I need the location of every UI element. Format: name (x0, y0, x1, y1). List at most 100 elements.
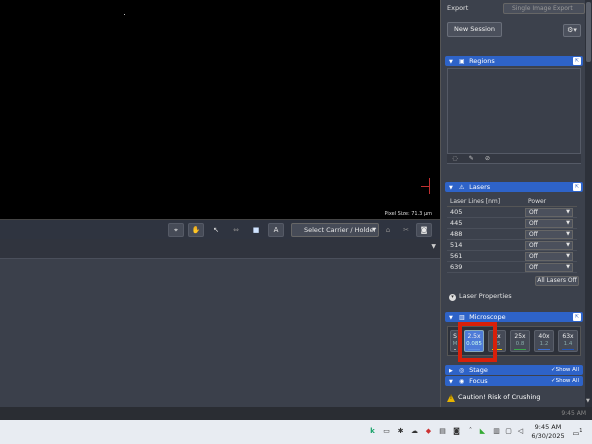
regions-toolbar: ◌ ✎ ⊘ (447, 153, 581, 163)
stage-show-all[interactable]: ✓Show All (551, 365, 579, 375)
table-row: 488 Off ▼ (447, 229, 577, 240)
objective-color-bar (454, 349, 456, 350)
laser-power-value: Off (529, 264, 538, 271)
popout-icon[interactable]: ⇱ (573, 313, 581, 321)
laser-power-select[interactable]: Off ▼ (525, 219, 573, 228)
laser-power-select[interactable]: Off ▼ (525, 252, 573, 261)
folder-icon[interactable]: ▥ (492, 427, 501, 436)
image-viewport[interactable]: Pixel Size: 71.3 µm (0, 0, 440, 219)
volume-icon[interactable]: ◁ (516, 427, 525, 436)
table-row: 514 Off ▼ (447, 240, 577, 251)
regions-icon: ▣ (459, 58, 465, 65)
popout-icon[interactable]: ⇱ (573, 183, 581, 191)
clipboard-icon[interactable]: ▤ (438, 427, 447, 436)
chevron-down-icon: ▼ (566, 264, 570, 270)
objective-button[interactable]: 40x 1.2 (534, 330, 554, 352)
text-icon[interactable]: A (268, 223, 284, 237)
objective-color-bar (562, 349, 574, 350)
table-row: 561 Off ▼ (447, 251, 577, 262)
expand-icon: ▶ (449, 368, 453, 374)
popout-icon[interactable]: ⇱ (573, 57, 581, 65)
microscope-section-header[interactable]: ▼ ▥ Microscope ⇱ (445, 312, 583, 322)
camera-tray-icon[interactable]: ◙ (452, 427, 461, 436)
table-row: 405 Off ▼ (447, 207, 577, 218)
regions-section-header[interactable]: ▼ ▣ Regions ⇱ (445, 56, 583, 66)
microscope-title: Microscope (469, 313, 506, 321)
laser-power-select[interactable]: Off ▼ (525, 208, 573, 217)
regions-list[interactable] (447, 68, 581, 164)
crosshair-icon[interactable]: ⌖ (168, 223, 184, 237)
stage-section-header[interactable]: ▶ ◎ Stage ✓Show All (445, 365, 583, 375)
annotation-highlight-box (458, 322, 497, 362)
objective-magnification: 40x (538, 333, 550, 340)
laser-power-select[interactable]: Off ▼ (525, 263, 573, 272)
laser-power-value: Off (529, 242, 538, 249)
objective-button[interactable]: 25x 0.8 (510, 330, 530, 352)
column-header-laser-lines: Laser Lines [nm] (450, 198, 501, 205)
clock-time[interactable]: 9:45 AM (530, 423, 566, 431)
gear-icon[interactable]: ⚙▾ (563, 24, 581, 37)
region-delete-icon[interactable]: ⊘ (481, 155, 493, 163)
notification-count: 1 (579, 428, 583, 434)
warning-icon: ! (447, 394, 455, 402)
export-row: Export Single Image Export (447, 3, 587, 16)
right-panel-scrollbar[interactable]: ▼ (585, 0, 592, 407)
laser-table: Laser Lines [nm] Power 405 Off ▼ 445 Off ▼… (447, 197, 577, 273)
region-circle-icon[interactable]: ◌ (449, 155, 461, 163)
region-draw-icon[interactable]: ✎ (465, 155, 477, 163)
nvidia-icon[interactable]: ◣ (478, 427, 487, 436)
export-label: Export (447, 4, 469, 12)
objective-color-bar (538, 349, 550, 350)
chat-icon[interactable]: ▢ (504, 427, 513, 436)
camera-icon[interactable]: ◙ (416, 223, 432, 237)
collapse-icon: ▼ (449, 185, 453, 191)
new-session-button[interactable]: New Session (447, 22, 502, 37)
caution-message: ! Caution! Risk of Crushing (447, 393, 541, 402)
laser-wavelength: 445 (450, 219, 463, 227)
focus-section-header[interactable]: ▼ ◉ Focus ✓Show All (445, 376, 583, 386)
app-k-icon[interactable]: k (368, 427, 377, 436)
objective-na: 1.4 (563, 341, 573, 347)
collapse-icon: ▼ (449, 59, 453, 65)
export-select[interactable]: Single Image Export (503, 3, 585, 14)
table-row: 445 Off ▼ (447, 218, 577, 229)
chevron-down-icon[interactable]: ▼ (431, 243, 436, 250)
carrier-holder-select[interactable]: Select Carrier / Holder ▼ (291, 223, 379, 237)
notification-icon[interactable]: ▭1 (572, 426, 583, 437)
chevron-down-icon: ▼ (372, 227, 376, 233)
laser-wavelength: 561 (450, 252, 463, 260)
all-lasers-off-button[interactable]: All Lasers Off (535, 276, 579, 286)
monitor-icon[interactable]: ▭ (382, 427, 391, 436)
range-icon[interactable]: ⇔ (228, 223, 244, 237)
hand-icon[interactable]: ✋ (188, 223, 204, 237)
stage-icon: ◎ (459, 367, 465, 374)
cloud-icon[interactable]: ☁ (410, 427, 419, 436)
laser-properties-toggle[interactable]: ▾ Laser Properties (449, 292, 512, 301)
laser-wavelength: 405 (450, 208, 463, 216)
clock-date[interactable]: 6/30/2025 (528, 432, 568, 440)
laser-power-value: Off (529, 209, 538, 216)
objective-button[interactable]: 63x 1.4 (558, 330, 578, 352)
focus-show-all[interactable]: ✓Show All (551, 376, 579, 386)
laser-power-select[interactable]: Off ▼ (525, 230, 573, 239)
bluetooth-icon[interactable]: ✱ (396, 427, 405, 436)
caution-text: Caution! Risk of Crushing (458, 393, 541, 401)
carrier-icon[interactable]: ⌂ (380, 223, 396, 237)
status-time: 9:45 AM (561, 410, 586, 417)
color-icon[interactable]: ■ (248, 223, 264, 237)
laser-power-value: Off (529, 231, 538, 238)
image-toolbar: ⌖ ✋ ↖ ⇔ ■ A Select Carrier / Holder ▼ ⌂ … (0, 219, 440, 239)
laser-power-select[interactable]: Off ▼ (525, 241, 573, 250)
shield-icon[interactable]: ◆ (424, 427, 433, 436)
chevron-down-icon: ▼ (566, 209, 570, 215)
chevron-up-icon[interactable]: ˆ (466, 427, 475, 436)
pointer-icon[interactable]: ↖ (208, 223, 224, 237)
laser-power-value: Off (529, 220, 538, 227)
laser-wavelength: 639 (450, 263, 463, 271)
scissors-icon[interactable]: ✂ (398, 223, 414, 237)
lasers-section-header[interactable]: ▼ ⚠ Lasers ⇱ (445, 182, 583, 192)
collapse-icon: ▼ (449, 379, 453, 385)
chevron-down-icon: ▼ (566, 253, 570, 259)
table-row: 639 Off ▼ (447, 262, 577, 273)
scroll-down-icon[interactable]: ▼ (586, 398, 590, 404)
